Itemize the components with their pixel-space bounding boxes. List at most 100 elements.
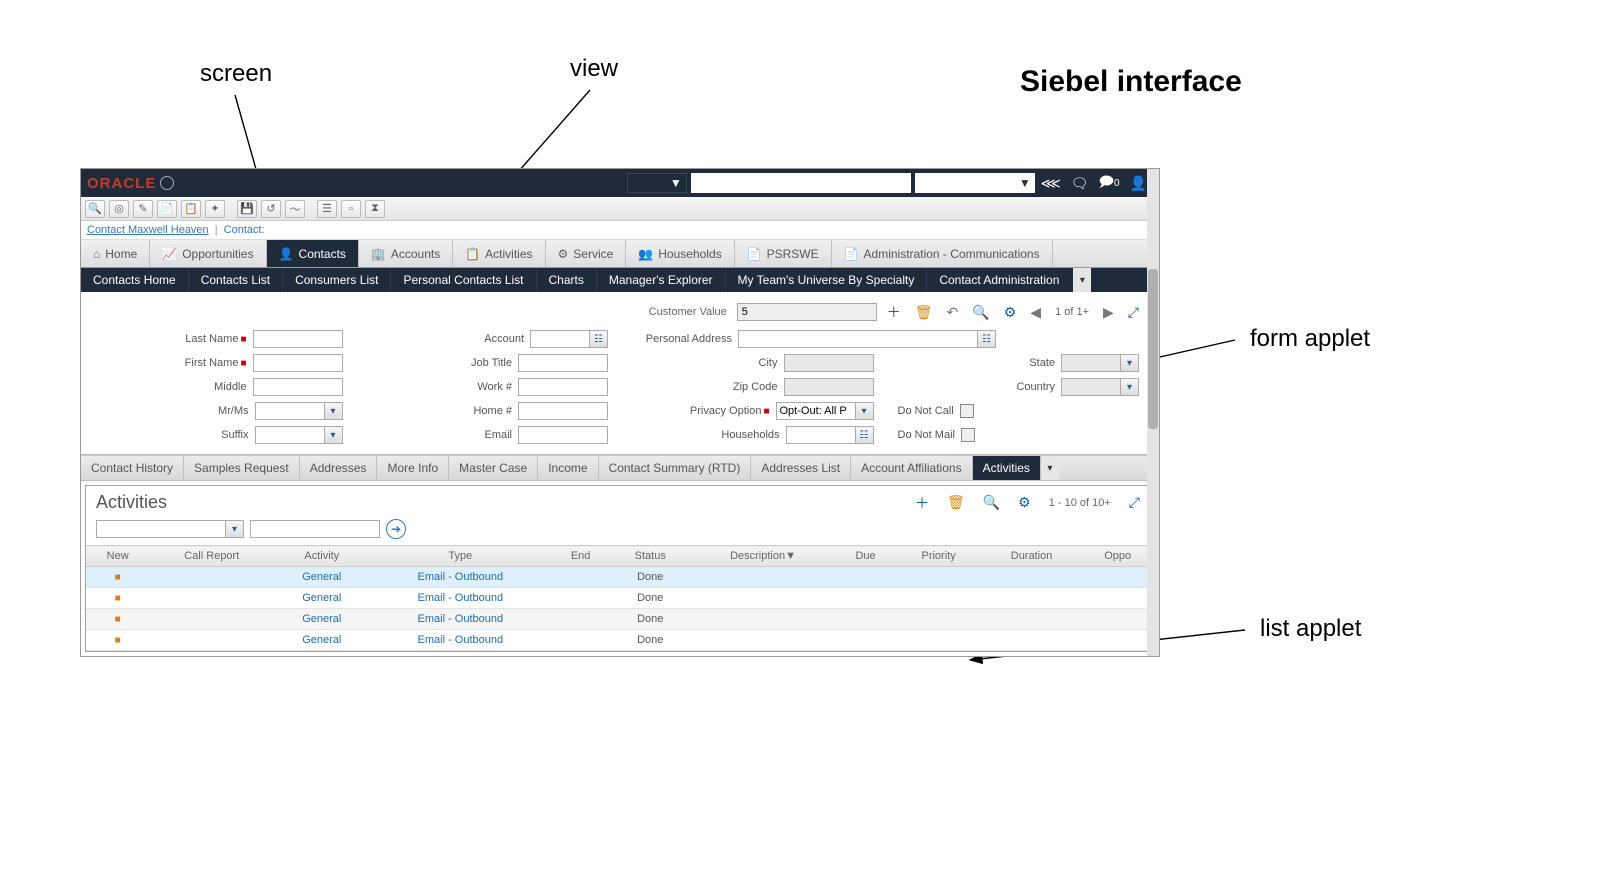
filter-go-icon[interactable]: ➔ [386,519,406,539]
delete-record-icon[interactable]: 🗑 [911,304,937,321]
user-icon[interactable]: 👤 [1130,175,1147,192]
donotmail-checkbox[interactable] [961,428,975,442]
privacy-dropdown-icon[interactable]: ▾ [856,402,874,420]
view-tab-contact-administration[interactable]: Contact Administration [926,268,1071,292]
screen-tab-households[interactable]: 👥Households [626,240,734,267]
column-header[interactable]: End [551,546,610,567]
middle-input[interactable] [253,378,343,396]
activity-link[interactable]: General [302,571,341,583]
history-icon[interactable]: ↺ [261,200,281,218]
screen-tab-home[interactable]: ⌂Home [81,240,150,267]
mrms-dropdown-icon[interactable]: ▾ [325,402,343,420]
new-record-icon[interactable]: ＋ [883,302,905,322]
list-delete-icon[interactable]: 🗑 [943,494,969,511]
country-dropdown-icon[interactable]: ▾ [1121,378,1139,396]
column-header[interactable]: Status [610,546,690,567]
view-tab-contacts-list[interactable]: Contacts List [188,268,282,292]
chat-icon[interactable]: 🗨 [1071,175,1089,192]
screen-tab-opportunities[interactable]: 📈Opportunities [150,240,266,267]
type-link[interactable]: Email - Outbound [418,571,504,583]
settings-icon[interactable]: ⚙ [1000,304,1021,321]
list-expand-icon[interactable]: ⤢ [1125,494,1144,511]
column-header[interactable]: Duration [982,546,1082,567]
header-search-input[interactable] [691,173,911,193]
child-tab-more-info[interactable]: More Info [377,456,449,480]
child-tab-account-affiliations[interactable]: Account Affiliations [851,456,973,480]
column-header[interactable]: New [86,546,149,567]
zip-input[interactable] [784,378,874,396]
home-input[interactable] [518,402,608,420]
last-name-input[interactable] [253,330,343,348]
column-header[interactable]: Priority [896,546,982,567]
activity-link[interactable]: General [302,634,341,646]
notification-icon[interactable]: 🗩0 [1098,171,1119,195]
doc-icon[interactable]: 📄 [157,200,177,218]
filter-field-dropdown[interactable] [96,520,226,538]
expand-icon[interactable]: ⤢ [1124,304,1143,321]
mrms-input[interactable] [255,402,325,420]
child-tab-addresses-list[interactable]: Addresses List [751,456,851,480]
child-tab-master-case[interactable]: Master Case [449,456,538,480]
first-name-input[interactable] [253,354,343,372]
suffix-input[interactable] [255,426,325,444]
table-row[interactable]: ■GeneralEmail - OutboundDone [86,609,1154,630]
child-tab-income[interactable]: Income [538,456,598,480]
table-row[interactable]: ■GeneralEmail - OutboundDone [86,567,1154,588]
city-input[interactable] [784,354,874,372]
child-tab-samples-request[interactable]: Samples Request [184,456,300,480]
households-input[interactable] [786,426,856,444]
account-picker-icon[interactable]: ☷ [590,330,608,348]
filter-value-input[interactable] [250,520,380,538]
list-query-icon[interactable]: 🔍 [979,494,1004,511]
work-input[interactable] [518,378,608,396]
breadcrumb-link-2[interactable]: Contact: [224,224,265,236]
activity-link[interactable]: General [302,613,341,625]
column-header[interactable]: Oppo [1081,546,1154,567]
state-input[interactable] [1061,354,1121,372]
edit-icon[interactable]: ✎ [133,200,153,218]
curve-icon[interactable]: ～ [285,200,305,218]
screen-tab-activities[interactable]: 📋Activities [453,240,545,267]
address-picker-icon[interactable]: ☷ [978,330,996,348]
query-icon[interactable]: 🔍 [968,304,993,321]
column-header[interactable]: Type [369,546,551,567]
account-input[interactable] [530,330,590,348]
table-row[interactable]: ■GeneralEmail - OutboundDone [86,630,1154,651]
child-tabs-more-icon[interactable]: ▾ [1041,456,1059,480]
state-dropdown-icon[interactable]: ▾ [1121,354,1139,372]
child-tab-contact-summary-rtd-[interactable]: Contact Summary (RTD) [599,456,752,480]
activity-link[interactable]: General [302,592,341,604]
email-input[interactable] [518,426,608,444]
screen-tab-administration-communications[interactable]: 📄Administration - Communications [832,240,1053,267]
type-link[interactable]: Email - Outbound [418,634,504,646]
header-dropdown-left[interactable]: ▼ [627,173,687,193]
view-tab-my-team-s-universe-by-specialty[interactable]: My Team's Universe By Specialty [725,268,927,292]
copy-icon[interactable]: 📋 [181,200,201,218]
header-dropdown-right[interactable]: ▼ [915,173,1035,193]
page-icon[interactable]: ▫ [341,200,361,218]
save-icon[interactable]: 💾 [237,200,257,218]
prev-record-icon[interactable]: ◀ [1026,304,1045,321]
list-icon[interactable]: ☰ [317,200,337,218]
view-tabs-more-icon[interactable]: ▾ [1073,268,1091,292]
wand-icon[interactable]: ✦ [205,200,225,218]
next-record-icon[interactable]: ▶ [1099,304,1118,321]
share-icon[interactable]: ⋘ [1041,175,1061,192]
country-input[interactable] [1061,378,1121,396]
filter-field-dropdown-icon[interactable]: ▾ [226,520,244,538]
child-tab-contact-history[interactable]: Contact History [81,456,184,480]
child-tab-addresses[interactable]: Addresses [300,456,378,480]
privacy-input[interactable] [776,402,856,420]
suffix-dropdown-icon[interactable]: ▾ [325,426,343,444]
search-icon[interactable]: 🔍 [85,200,105,218]
child-tab-activities[interactable]: Activities [973,456,1041,480]
target-icon[interactable]: ◎ [109,200,129,218]
column-header[interactable]: Activity [274,546,369,567]
column-header[interactable]: Call Report [149,546,274,567]
column-header[interactable]: Description▼ [690,546,835,567]
undo-icon[interactable]: ↶ [943,304,963,321]
view-tab-personal-contacts-list[interactable]: Personal Contacts List [390,268,535,292]
chart-icon[interactable]: ⧗ [365,200,385,218]
view-tab-consumers-list[interactable]: Consumers List [282,268,390,292]
scrollbar-thumb[interactable] [1148,269,1158,429]
